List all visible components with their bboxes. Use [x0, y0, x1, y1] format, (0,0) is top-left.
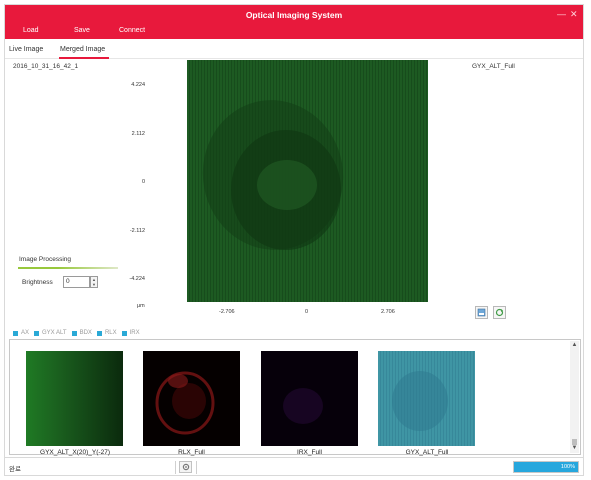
brightness-label: Brightness: [22, 279, 53, 286]
thumbnail-label: RLX_Full: [178, 449, 205, 456]
image-timestamp: 2016_10_31_16_42_1: [13, 63, 79, 70]
plot-image-name: GYX_ALT_Full: [472, 63, 515, 70]
view-tabs: Live Image Merged Image: [5, 43, 583, 59]
channel-bdx[interactable]: BDX: [71, 328, 92, 338]
image-save-icon: [477, 308, 486, 317]
axis-unit: μm: [137, 303, 145, 309]
checkbox-icon[interactable]: [96, 330, 102, 336]
channel-legend: AX GYX ALT BDX RLX IRX: [13, 328, 140, 338]
title-bar: Optical Imaging System — ✕ Load Save Con…: [5, 5, 583, 39]
tissue-highlight: [257, 160, 317, 210]
x-tick-label: 0: [305, 309, 309, 315]
checkbox-icon[interactable]: [34, 330, 40, 336]
thumbnail-strip: GYX_ALT_X(20)_Y(-27) RLX_Full IRX_Full G…: [9, 339, 581, 456]
export-image-button[interactable]: [475, 306, 488, 319]
scroll-down-icon[interactable]: ▼: [570, 444, 579, 453]
x-tick-label: 2.706: [381, 309, 395, 315]
active-tab-indicator: [59, 57, 109, 59]
status-divider: [175, 461, 176, 474]
refresh-icon: [495, 308, 504, 317]
thumbnail-irx-full[interactable]: [261, 351, 358, 446]
brightness-input[interactable]: 0: [63, 276, 90, 288]
channel-gyx-alt[interactable]: GYX ALT: [34, 328, 67, 338]
image-processing-divider: [18, 267, 118, 269]
irx-tissue-graphic: [283, 388, 323, 424]
x-tick-label: -2.706: [219, 309, 235, 315]
channel-irx[interactable]: IRX: [121, 328, 140, 338]
thumbnail-label: GYX_ALT_X(20)_Y(-27): [40, 449, 110, 456]
merged-image-view[interactable]: [187, 60, 428, 302]
image-processing-title: Image Processing: [19, 256, 72, 263]
brightness-spinner[interactable]: ▲ ▼: [90, 276, 98, 288]
status-settings-button[interactable]: [179, 461, 192, 473]
y-tick-label: 0: [141, 179, 145, 185]
channel-ax[interactable]: AX: [13, 328, 29, 338]
thumbnail-gyx-alt-xy[interactable]: [26, 351, 123, 446]
progress-bar: 100%: [513, 461, 579, 473]
menu-load[interactable]: Load: [23, 27, 39, 34]
checkbox-icon[interactable]: [121, 330, 127, 336]
channel-label: RLX: [104, 330, 117, 336]
thumbnail-label-wrap: GYX_ALT_Full: [404, 449, 450, 456]
checkbox-icon[interactable]: [13, 330, 18, 336]
minimize-icon[interactable]: —: [557, 9, 566, 19]
channel-rlx[interactable]: RLX: [96, 328, 117, 338]
menu-connect[interactable]: Connect: [119, 27, 145, 34]
channel-label: AX: [21, 330, 30, 336]
channel-label: GYX ALT: [42, 330, 67, 336]
thumbnail-label: IRX_Full: [297, 449, 322, 456]
status-divider: [196, 461, 197, 474]
y-tick-label: -2.112: [129, 228, 145, 234]
rlx-tissue-graphic: [155, 371, 215, 435]
thumbnail-rlx-full[interactable]: [143, 351, 240, 446]
window-title: Optical Imaging System: [245, 10, 343, 20]
status-text: 완료: [9, 466, 21, 473]
tab-live-image[interactable]: Live Image: [9, 46, 43, 53]
checkbox-icon[interactable]: [71, 330, 77, 336]
channel-label: IRX: [129, 330, 140, 336]
progress-text: 100%: [560, 464, 575, 470]
y-tick-label: 4.224: [131, 82, 145, 88]
status-bar: 완료 100%: [5, 457, 583, 476]
thumbnail-label-selected: GYX_ALT_Full: [405, 449, 449, 456]
gear-icon: [182, 463, 189, 471]
thumbnail-gyx-alt-full[interactable]: [378, 351, 475, 446]
channel-label: BDX: [79, 330, 92, 336]
spin-down-icon[interactable]: ▼: [91, 282, 97, 287]
menu-save[interactable]: Save: [74, 27, 90, 34]
y-tick-label: 2.112: [131, 131, 145, 137]
gyx-tissue-graphic: [392, 371, 448, 431]
tab-merged-image[interactable]: Merged Image: [60, 46, 105, 53]
refresh-image-button[interactable]: [493, 306, 506, 319]
app-window: Optical Imaging System — ✕ Load Save Con…: [4, 4, 584, 476]
thumbnail-scrollbar[interactable]: ▲ ▼: [570, 341, 579, 453]
y-tick-label: -4.224: [129, 276, 145, 282]
scroll-up-icon[interactable]: ▲: [570, 341, 579, 350]
close-icon[interactable]: ✕: [570, 9, 578, 20]
